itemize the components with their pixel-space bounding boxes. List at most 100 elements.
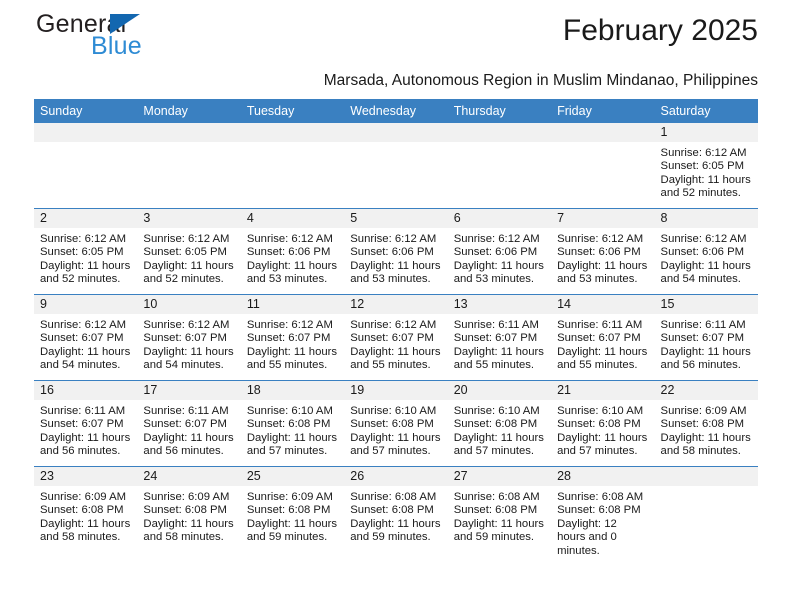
day-info: Sunrise: 6:10 AM Sunset: 6:08 PM Daylight:… <box>344 400 447 459</box>
sunset-text: Sunset: 6:07 PM <box>557 332 641 345</box>
day-number <box>447 123 552 142</box>
calendar-day-cell[interactable]: 10 Sunrise: 6:12 AM Sunset: 6:07 PM Dayligh… <box>137 294 241 381</box>
day-info: Sunrise: 6:11 AM Sunset: 6:07 PM Daylight:… <box>551 314 654 373</box>
day-info: Sunrise: 6:12 AM Sunset: 6:07 PM Daylight:… <box>344 314 447 373</box>
daylight-text: Daylight: 11 hours and 52 minutes. <box>143 259 234 286</box>
sunset-text: Sunset: 6:07 PM <box>350 332 434 345</box>
calendar-day-cell[interactable]: 16 Sunrise: 6:11 AM Sunset: 6:07 PM Dayligh… <box>34 380 138 467</box>
calendar-day-cell[interactable]: 28 Sunrise: 6:08 AM Sunset: 6:08 PM Dayligh… <box>551 466 655 559</box>
sunrise-text: Sunrise: 6:10 AM <box>453 405 540 417</box>
calendar-day-cell[interactable]: 1 Sunrise: 6:12 AM Sunset: 6:05 PM Daylight… <box>654 123 758 209</box>
day-number: 2 <box>34 209 138 228</box>
sunrise-text: Sunrise: 6:09 AM <box>143 491 230 503</box>
day-number: 24 <box>137 467 241 486</box>
day-number: 16 <box>34 381 138 400</box>
calendar-body: 1 Sunrise: 6:12 AM Sunset: 6:05 PM Daylight… <box>34 123 758 559</box>
calendar-day-cell[interactable]: 20 Sunrise: 6:10 AM Sunset: 6:08 PM Dayligh… <box>447 380 552 467</box>
weekday-header-saturday: Saturday <box>654 99 758 123</box>
calendar-table: Sunday Monday Tuesday Wednesday Thursday… <box>34 99 758 559</box>
daylight-text: Daylight: 11 hours and 57 minutes. <box>246 431 338 458</box>
calendar-day-cell[interactable]: 19 Sunrise: 6:10 AM Sunset: 6:08 PM Dayligh… <box>344 380 448 467</box>
calendar-day-cell[interactable]: 17 Sunrise: 6:11 AM Sunset: 6:07 PM Dayligh… <box>137 380 241 467</box>
day-number <box>551 123 655 142</box>
calendar-day-cell-empty <box>34 123 138 209</box>
calendar-day-cell[interactable]: 7 Sunrise: 6:12 AM Sunset: 6:06 PM Daylight… <box>551 208 655 295</box>
day-number: 13 <box>447 295 552 314</box>
calendar-day-cell[interactable]: 25 Sunrise: 6:09 AM Sunset: 6:08 PM Dayligh… <box>240 466 345 559</box>
calendar-day-cell-empty <box>447 123 552 209</box>
calendar-day-cell[interactable]: 15 Sunrise: 6:11 AM Sunset: 6:07 PM Dayligh… <box>654 294 758 381</box>
calendar-day-cell[interactable]: 3 Sunrise: 6:12 AM Sunset: 6:05 PM Daylight… <box>137 208 241 295</box>
sunrise-text: Sunrise: 6:12 AM <box>660 147 747 159</box>
calendar-day-cell[interactable]: 8 Sunrise: 6:12 AM Sunset: 6:06 PM Daylight… <box>654 208 758 295</box>
day-info: Sunrise: 6:08 AM Sunset: 6:08 PM Daylight:… <box>344 486 447 545</box>
daylight-text: Daylight: 11 hours and 54 minutes. <box>40 345 131 372</box>
calendar-day-cell[interactable]: 5 Sunrise: 6:12 AM Sunset: 6:06 PM Daylight… <box>344 208 448 295</box>
sunrise-text: Sunrise: 6:12 AM <box>40 319 127 331</box>
day-number: 27 <box>447 467 552 486</box>
sunset-text: Sunset: 6:08 PM <box>40 504 124 517</box>
sunrise-text: Sunrise: 6:10 AM <box>557 405 644 417</box>
sunrise-text: Sunrise: 6:11 AM <box>557 319 643 331</box>
sunset-text: Sunset: 6:05 PM <box>40 246 124 259</box>
calendar-week-row: 2 Sunrise: 6:12 AM Sunset: 6:05 PM Daylight… <box>34 208 758 295</box>
day-number: 20 <box>447 381 552 400</box>
sunrise-text: Sunrise: 6:08 AM <box>350 491 437 503</box>
day-number: 18 <box>240 381 345 400</box>
daylight-text: Daylight: 11 hours and 58 minutes. <box>40 517 131 544</box>
day-info: Sunrise: 6:12 AM Sunset: 6:06 PM Daylight:… <box>655 228 758 287</box>
sunrise-text: Sunrise: 6:12 AM <box>143 233 230 245</box>
calendar-day-cell[interactable]: 24 Sunrise: 6:09 AM Sunset: 6:08 PM Dayligh… <box>137 466 241 559</box>
day-number: 5 <box>344 209 448 228</box>
day-number <box>654 467 758 486</box>
sunset-text: Sunset: 6:06 PM <box>660 246 745 259</box>
day-number: 14 <box>551 295 655 314</box>
daylight-text: Daylight: 11 hours and 57 minutes. <box>350 431 441 458</box>
day-info: Sunrise: 6:12 AM Sunset: 6:05 PM Daylight:… <box>34 228 137 287</box>
sunset-text: Sunset: 6:07 PM <box>40 332 124 345</box>
calendar-day-cell[interactable]: 23 Sunrise: 6:09 AM Sunset: 6:08 PM Dayligh… <box>34 466 138 559</box>
calendar-day-cell[interactable]: 4 Sunrise: 6:12 AM Sunset: 6:06 PM Daylight… <box>240 208 345 295</box>
sunset-text: Sunset: 6:07 PM <box>143 418 227 431</box>
sunrise-text: Sunrise: 6:10 AM <box>350 405 437 417</box>
day-number <box>344 123 448 142</box>
day-info: Sunrise: 6:11 AM Sunset: 6:07 PM Daylight:… <box>137 400 240 459</box>
sunset-text: Sunset: 6:08 PM <box>350 418 434 431</box>
general-blue-logo[interactable]: General Blue <box>36 10 256 66</box>
day-info: Sunrise: 6:08 AM Sunset: 6:08 PM Daylight:… <box>551 486 654 558</box>
calendar-day-cell[interactable]: 18 Sunrise: 6:10 AM Sunset: 6:08 PM Dayligh… <box>240 380 345 467</box>
weekday-header-wednesday: Wednesday <box>344 99 448 123</box>
day-number: 3 <box>137 209 241 228</box>
calendar-day-cell[interactable]: 2 Sunrise: 6:12 AM Sunset: 6:05 PM Daylight… <box>34 208 138 295</box>
daylight-text: Daylight: 11 hours and 52 minutes. <box>40 259 131 286</box>
day-number: 25 <box>240 467 345 486</box>
daylight-text: Daylight: 11 hours and 53 minutes. <box>453 259 544 286</box>
day-info: Sunrise: 6:09 AM Sunset: 6:08 PM Daylight:… <box>137 486 240 545</box>
calendar-week-row: 23 Sunrise: 6:09 AM Sunset: 6:08 PM Dayligh… <box>34 466 758 559</box>
calendar-day-cell[interactable]: 11 Sunrise: 6:12 AM Sunset: 6:07 PM Dayligh… <box>240 294 345 381</box>
calendar-day-cell[interactable]: 27 Sunrise: 6:08 AM Sunset: 6:08 PM Dayligh… <box>447 466 552 559</box>
sunset-text: Sunset: 6:06 PM <box>350 246 434 259</box>
day-number: 11 <box>240 295 345 314</box>
calendar-day-cell[interactable]: 22 Sunrise: 6:09 AM Sunset: 6:08 PM Dayligh… <box>654 380 758 467</box>
calendar-day-cell[interactable]: 21 Sunrise: 6:10 AM Sunset: 6:08 PM Dayligh… <box>551 380 655 467</box>
day-number: 4 <box>240 209 345 228</box>
calendar-day-cell[interactable]: 6 Sunrise: 6:12 AM Sunset: 6:06 PM Daylight… <box>447 208 552 295</box>
sunset-text: Sunset: 6:08 PM <box>660 418 745 431</box>
sunrise-text: Sunrise: 6:08 AM <box>453 491 540 503</box>
calendar-day-cell[interactable]: 12 Sunrise: 6:12 AM Sunset: 6:07 PM Dayligh… <box>344 294 448 381</box>
calendar-day-cell[interactable]: 13 Sunrise: 6:11 AM Sunset: 6:07 PM Dayligh… <box>447 294 552 381</box>
daylight-text: Daylight: 11 hours and 55 minutes. <box>246 345 338 372</box>
calendar-day-cell[interactable]: 26 Sunrise: 6:08 AM Sunset: 6:08 PM Dayligh… <box>344 466 448 559</box>
daylight-text: Daylight: 11 hours and 59 minutes. <box>350 517 441 544</box>
sunrise-text: Sunrise: 6:12 AM <box>350 319 437 331</box>
calendar-day-cell[interactable]: 9 Sunrise: 6:12 AM Sunset: 6:07 PM Daylight… <box>34 294 138 381</box>
logo-text-blue: Blue <box>91 32 142 60</box>
calendar-day-cell[interactable]: 14 Sunrise: 6:11 AM Sunset: 6:07 PM Dayligh… <box>551 294 655 381</box>
calendar-day-cell-empty <box>551 123 655 209</box>
sunset-text: Sunset: 6:07 PM <box>246 332 331 345</box>
daylight-text: Daylight: 11 hours and 54 minutes. <box>660 259 751 286</box>
sunrise-text: Sunrise: 6:12 AM <box>246 319 333 331</box>
day-info: Sunrise: 6:08 AM Sunset: 6:08 PM Daylight:… <box>448 486 551 545</box>
sunrise-text: Sunrise: 6:11 AM <box>660 319 746 331</box>
